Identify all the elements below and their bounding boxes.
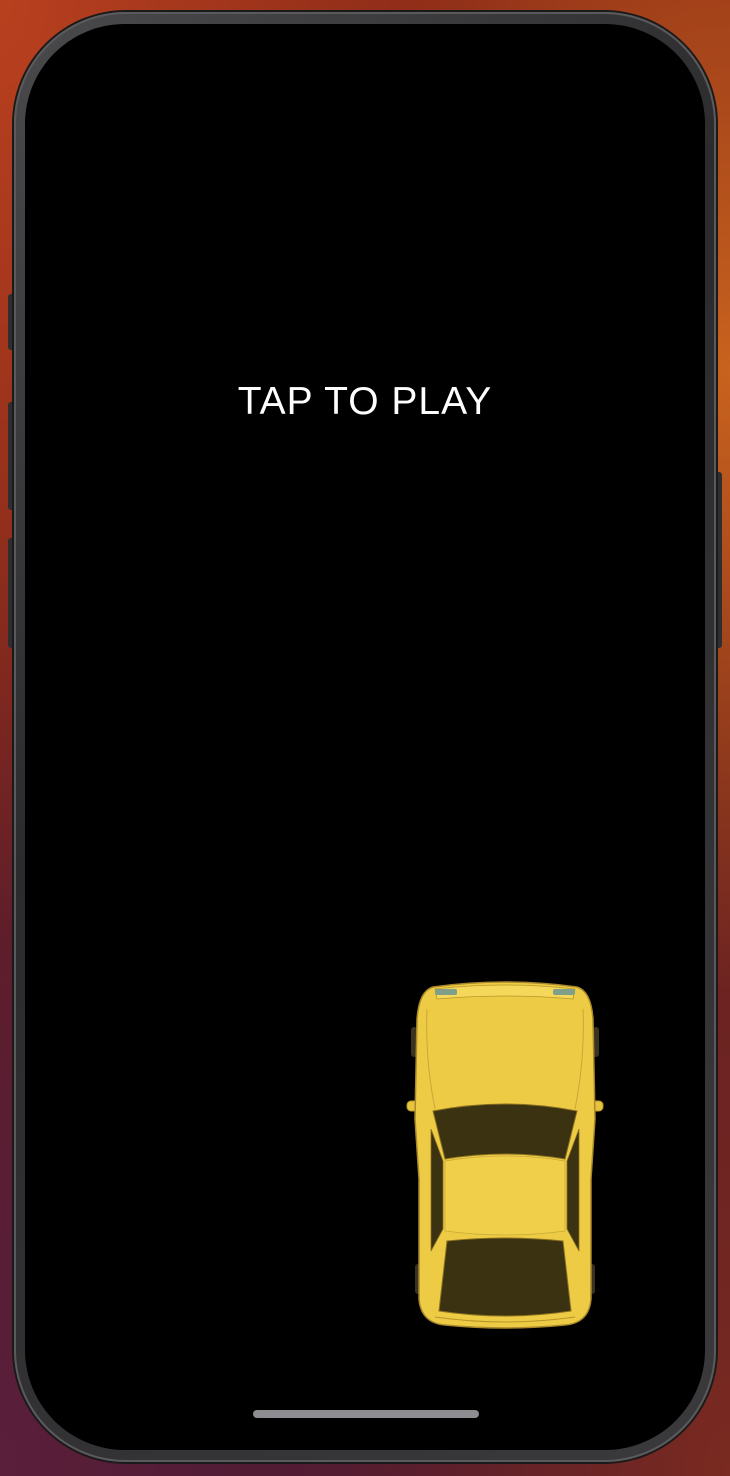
player-car-icon: [406, 981, 604, 1329]
tap-to-play-label[interactable]: TAP TO PLAY: [25, 380, 705, 424]
game-screen[interactable]: TAP TO PLAY: [25, 24, 705, 1450]
home-indicator[interactable]: [253, 1410, 479, 1418]
